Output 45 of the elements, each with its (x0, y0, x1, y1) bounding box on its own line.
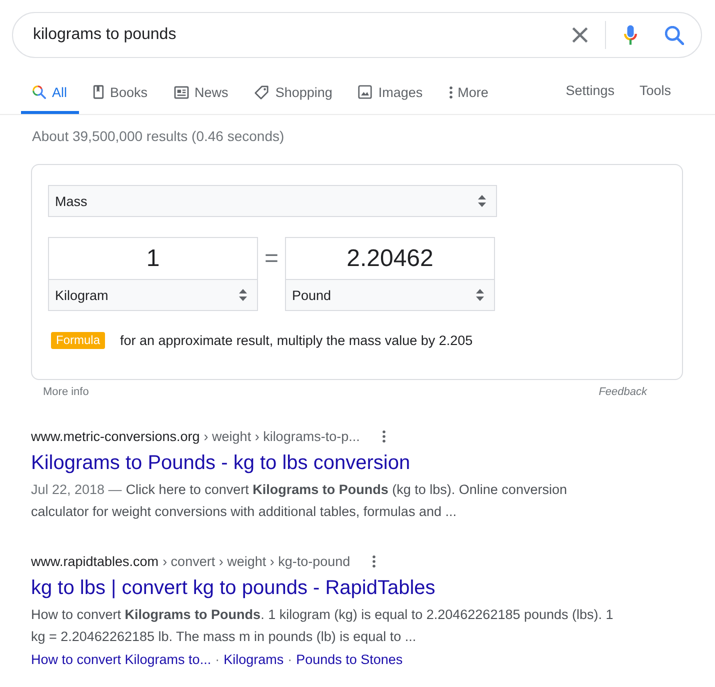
tab[interactable]: All (21, 70, 80, 114)
toolbar-link[interactable]: Tools (639, 83, 671, 98)
vertical-dots-icon (448, 86, 453, 98)
newspaper-icon (174, 86, 189, 98)
sort-arrows-icon (239, 289, 247, 301)
tab[interactable]: Images (347, 70, 435, 114)
result-snippet: Jul 22, 2018 — Click here to convert Kilograms to Pounds (kg to lbs). Online conversion calculator for weight conversions with additional tables, formulas and ... (31, 481, 568, 521)
toolbar-link[interactable]: Settings (566, 83, 614, 98)
link-separator: · (288, 652, 292, 666)
formula-badge: Formula (51, 332, 106, 349)
tag-icon (254, 84, 270, 100)
sitelink[interactable]: Kilograms (224, 652, 284, 666)
unit-select[interactable]: Pound (285, 280, 495, 311)
close-icon[interactable] (572, 27, 588, 43)
search-input[interactable]: kilograms to pounds (33, 26, 572, 44)
number-input[interactable]: 2.20462 (285, 237, 495, 280)
result-snippet: How to convert Kilograms to Pounds. 1 kilogram (kg) is equal to 2.20462262185 pounds (lbs). 1 kg = 2.20462262185 lb. The mass m in pounds (lb) is equal to ... (31, 606, 614, 646)
microphone-icon[interactable] (624, 24, 637, 46)
sitelink[interactable]: Pounds to Stones (296, 652, 403, 666)
search-icon[interactable] (665, 26, 684, 44)
link-separator: · (215, 652, 220, 666)
sort-arrows-icon (478, 195, 486, 207)
unit-select[interactable]: Kilogram (48, 280, 258, 311)
more-info-link[interactable]: More info (43, 384, 89, 400)
sitelink[interactable]: How to convert Kilograms to... (31, 652, 212, 666)
number-input[interactable]: 1 (48, 237, 258, 280)
feedback-link[interactable]: Feedback (598, 384, 647, 400)
result-title-link[interactable]: Kilograms to Pounds - kg to lbs conversion (31, 450, 410, 476)
formula-text: for an approximate result, multiply the mass value by 2.205 (120, 333, 473, 348)
result-stats: About 39,500,000 results (0.46 seconds) (32, 127, 286, 146)
tab[interactable]: More (438, 70, 500, 114)
search-icon (32, 85, 46, 99)
vertical-dots-icon[interactable] (372, 554, 376, 568)
result-title-link[interactable]: kg to lbs | convert kg to pounds - RapidTables (31, 575, 436, 601)
tab[interactable]: News (162, 70, 240, 114)
vertical-dots-icon[interactable] (382, 430, 386, 442)
equals-sign: = (263, 244, 280, 274)
tab[interactable]: Shopping (243, 70, 344, 114)
sort-arrows-icon (476, 289, 484, 301)
result-url: www.metric-conversions.org › weight › kilograms-to-p... (31, 428, 360, 444)
category-select[interactable]: Mass (48, 185, 497, 217)
image-icon (358, 85, 372, 99)
result-url: www.rapidtables.com › convert › weight › kg-to-pound (31, 554, 350, 568)
book-icon (93, 85, 104, 99)
tab[interactable]: Books (82, 70, 160, 114)
